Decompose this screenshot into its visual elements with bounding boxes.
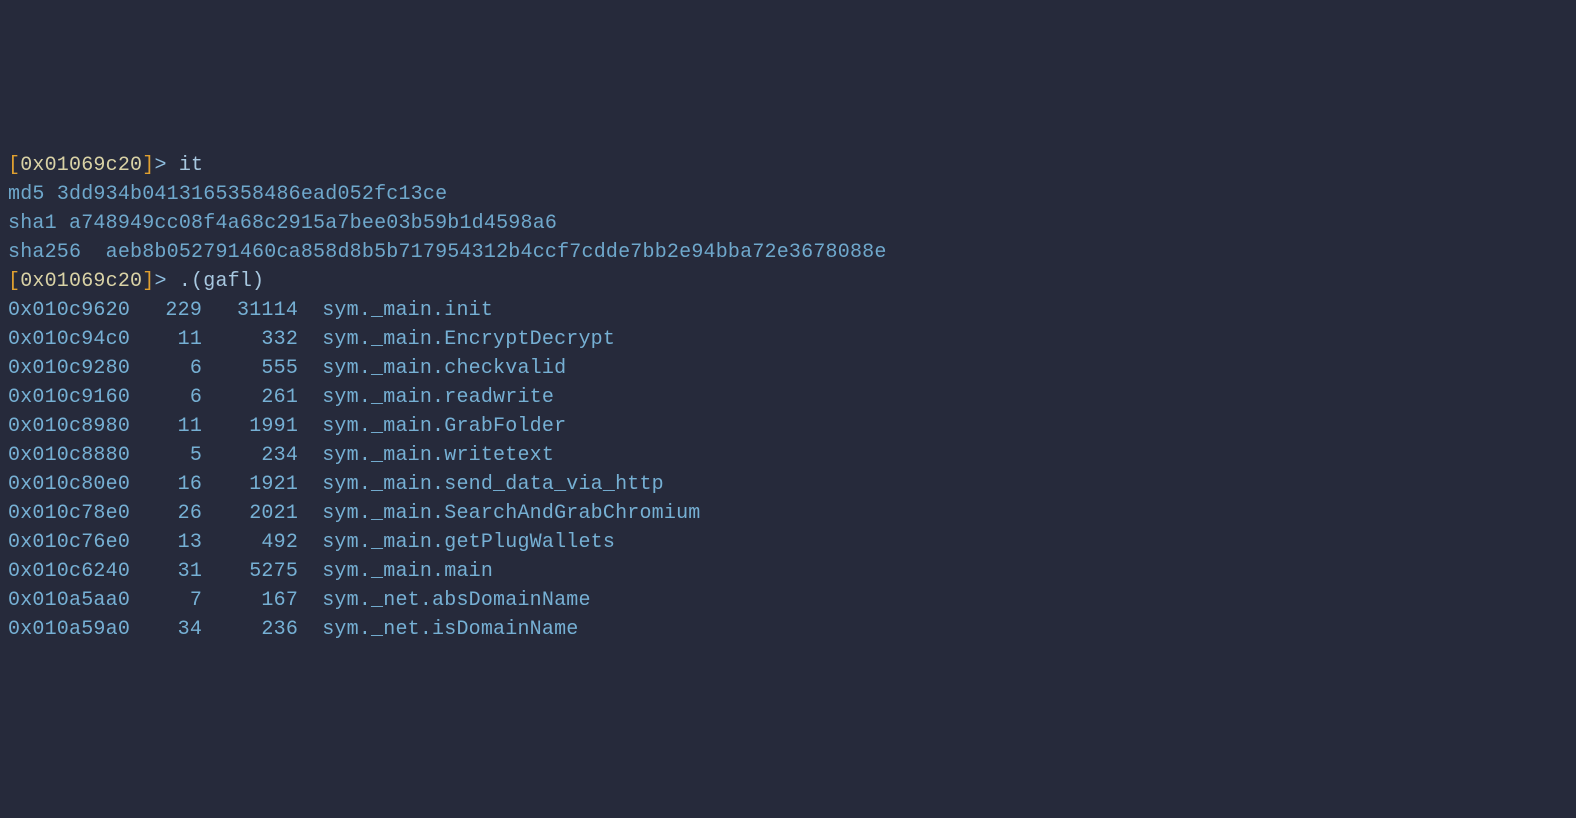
hash-line-sha1: sha1 a748949cc08f4a68c2915a7bee03b59b1d4… [8, 212, 557, 235]
function-bb-count: 31 [142, 557, 202, 586]
sha1-value: a748949cc08f4a68c2915a7bee03b59b1d4598a6 [69, 212, 557, 235]
function-name: sym._net.absDomainName [310, 589, 591, 612]
function-row: 0x010c8880 5 234 sym._main.writetext [8, 441, 1568, 470]
md5-label: md5 [8, 183, 45, 206]
terminal-output: [0x01069c20]> it md5 3dd934b041316535848… [8, 122, 1568, 673]
function-bb-count: 6 [142, 383, 202, 412]
function-name: sym._main.getPlugWallets [310, 531, 615, 554]
function-bb-count: 13 [142, 528, 202, 557]
hash-line-md5: md5 3dd934b0413165358486ead052fc13ce [8, 183, 447, 206]
function-bb-count: 6 [142, 354, 202, 383]
function-address: 0x010c9280 [8, 357, 130, 380]
function-size: 1991 [214, 412, 298, 441]
function-row: 0x010c9620 229 31114 sym._main.init [8, 296, 1568, 325]
function-bb-count: 16 [142, 470, 202, 499]
function-bb-count: 34 [142, 615, 202, 644]
function-size: 5275 [214, 557, 298, 586]
function-row: 0x010c9280 6 555 sym._main.checkvalid [8, 354, 1568, 383]
function-name: sym._main.EncryptDecrypt [310, 328, 615, 351]
sha256-value: aeb8b052791460ca858d8b5b717954312b4ccf7c… [106, 241, 887, 264]
function-bb-count: 26 [142, 499, 202, 528]
bracket-open: [ [8, 154, 20, 177]
function-bb-count: 11 [142, 412, 202, 441]
function-name: sym._main.writetext [310, 444, 554, 467]
function-name: sym._main.SearchAndGrabChromium [310, 502, 700, 525]
function-address: 0x010c94c0 [8, 328, 130, 351]
function-bb-count: 5 [142, 441, 202, 470]
sha256-label: sha256 [8, 241, 81, 264]
function-row: 0x010c9160 6 261 sym._main.readwrite [8, 383, 1568, 412]
function-size: 492 [214, 528, 298, 557]
function-address: 0x010c9620 [8, 299, 130, 322]
function-bb-count: 11 [142, 325, 202, 354]
function-name: sym._main.GrabFolder [310, 415, 566, 438]
sha1-label: sha1 [8, 212, 57, 235]
function-size: 555 [214, 354, 298, 383]
function-address: 0x010c9160 [8, 386, 130, 409]
function-address: 0x010c8880 [8, 444, 130, 467]
function-row: 0x010c76e0 13 492 sym._main.getPlugWalle… [8, 528, 1568, 557]
function-row: 0x010c80e0 16 1921 sym._main.send_data_v… [8, 470, 1568, 499]
command-input[interactable]: it [179, 154, 203, 177]
function-size: 234 [214, 441, 298, 470]
prompt-line-1[interactable]: [0x01069c20]> it [8, 154, 203, 177]
bracket-open: [ [8, 270, 20, 293]
function-name: sym._main.checkvalid [310, 357, 566, 380]
function-name: sym._main.init [310, 299, 493, 322]
function-size: 2021 [214, 499, 298, 528]
bracket-close: ] [142, 270, 154, 293]
command-input[interactable]: .(gafl) [179, 270, 264, 293]
function-size: 236 [214, 615, 298, 644]
function-bb-count: 7 [142, 586, 202, 615]
function-size: 1921 [214, 470, 298, 499]
function-row: 0x010c8980 11 1991 sym._main.GrabFolder [8, 412, 1568, 441]
function-address: 0x010a59a0 [8, 618, 130, 641]
function-row: 0x010a5aa0 7 167 sym._net.absDomainName [8, 586, 1568, 615]
function-size: 167 [214, 586, 298, 615]
function-row: 0x010a59a0 34 236 sym._net.isDomainName [8, 615, 1568, 644]
prompt-address: 0x01069c20 [20, 154, 142, 177]
md5-value: 3dd934b0413165358486ead052fc13ce [57, 183, 447, 206]
function-row: 0x010c78e0 26 2021 sym._main.SearchAndGr… [8, 499, 1568, 528]
prompt-address: 0x01069c20 [20, 270, 142, 293]
prompt-gt: > [154, 270, 166, 293]
function-size: 31114 [214, 296, 298, 325]
function-name: sym._main.send_data_via_http [310, 473, 664, 496]
function-name: sym._main.readwrite [310, 386, 554, 409]
function-row: 0x010c6240 31 5275 sym._main.main [8, 557, 1568, 586]
function-address: 0x010c8980 [8, 415, 130, 438]
prompt-gt: > [154, 154, 166, 177]
function-address: 0x010c78e0 [8, 502, 130, 525]
function-address: 0x010a5aa0 [8, 589, 130, 612]
function-address: 0x010c76e0 [8, 531, 130, 554]
function-name: sym._net.isDomainName [310, 618, 578, 641]
function-address: 0x010c6240 [8, 560, 130, 583]
function-size: 261 [214, 383, 298, 412]
function-size: 332 [214, 325, 298, 354]
function-address: 0x010c80e0 [8, 473, 130, 496]
function-bb-count: 229 [142, 296, 202, 325]
function-row: 0x010c94c0 11 332 sym._main.EncryptDecry… [8, 325, 1568, 354]
bracket-close: ] [142, 154, 154, 177]
function-name: sym._main.main [310, 560, 493, 583]
function-list: 0x010c9620 229 31114 sym._main.init0x010… [8, 296, 1568, 644]
prompt-line-2[interactable]: [0x01069c20]> .(gafl) [8, 270, 264, 293]
hash-line-sha256: sha256 aeb8b052791460ca858d8b5b717954312… [8, 241, 887, 264]
